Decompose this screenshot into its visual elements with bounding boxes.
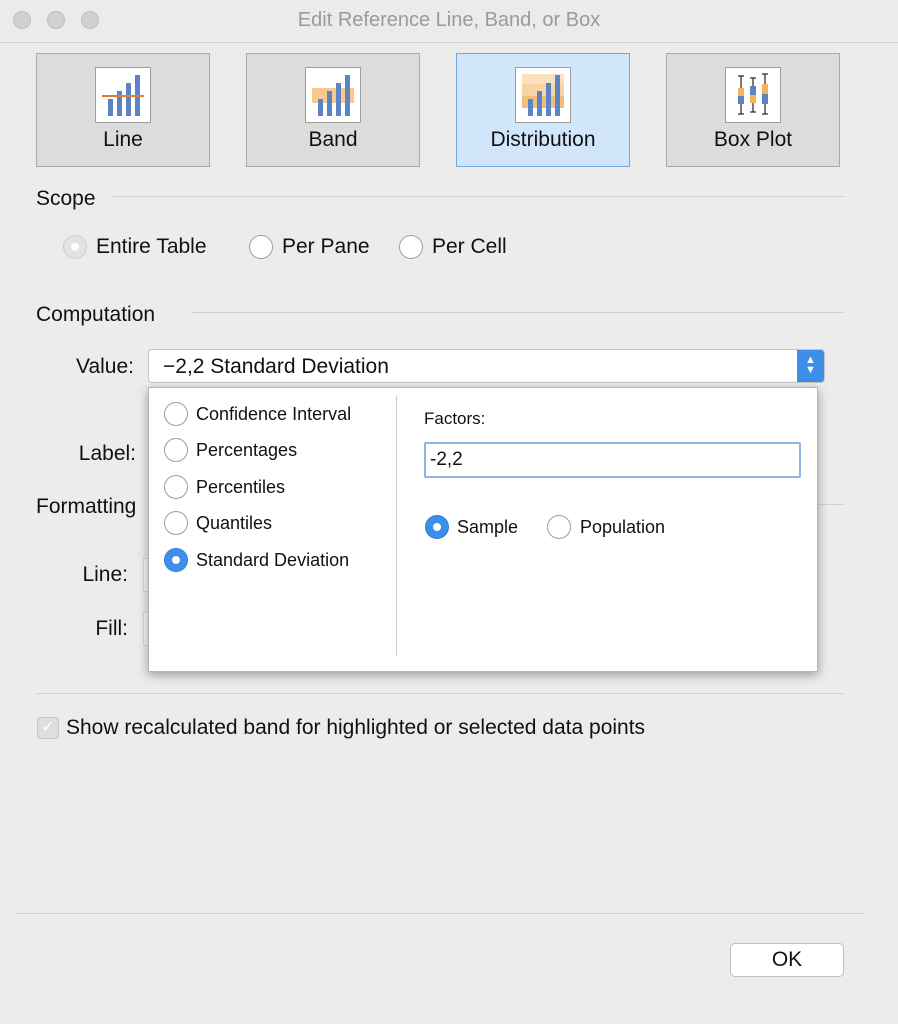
scope-heading: Scope <box>36 187 96 210</box>
quantiles-label: Quantiles <box>196 513 273 533</box>
reference-line-icon <box>95 67 151 123</box>
scope-per-cell-radio[interactable] <box>399 235 423 259</box>
scope-per-pane-label: Per Pane <box>282 235 370 258</box>
scope-per-pane-radio[interactable] <box>249 235 273 259</box>
population-radio[interactable] <box>547 515 571 539</box>
reference-band-icon <box>305 67 361 123</box>
type-box-plot-button[interactable]: Box Plot <box>666 53 840 167</box>
standard-deviation-label: Standard Deviation <box>196 550 350 570</box>
window-title: Edit Reference Line, Band, or Box <box>297 9 601 31</box>
confidence-interval-radio[interactable] <box>164 402 188 426</box>
footer-separator <box>16 913 864 914</box>
confidence-interval-label: Confidence Interval <box>196 404 352 424</box>
recalculated-band-checkbox[interactable]: ✓ <box>37 717 59 739</box>
scope-per-cell-label: Per Cell <box>432 235 507 258</box>
percentiles-radio[interactable] <box>164 475 188 499</box>
type-line-label: Line <box>103 128 143 151</box>
box-plot-icon <box>725 67 781 123</box>
type-band-button[interactable]: Band <box>246 53 420 167</box>
formatting-bottom-separator <box>36 693 844 694</box>
formatting-separator <box>818 504 844 505</box>
scope-separator <box>112 196 844 197</box>
computation-heading: Computation <box>36 303 156 326</box>
computation-popup: Confidence Interval Percentages Percenti… <box>148 387 818 672</box>
type-distribution-button[interactable]: Distribution <box>456 53 630 167</box>
value-dropdown-text: −2,2 Standard Deviation <box>163 355 389 378</box>
recalculated-band-label: Show recalculated band for highlighted o… <box>66 716 646 739</box>
scope-entire-table-label: Entire Table <box>96 235 207 258</box>
type-distribution-label: Distribution <box>490 128 596 151</box>
popup-divider <box>396 396 397 656</box>
type-line-button[interactable]: Line <box>36 53 210 167</box>
distribution-icon <box>515 67 571 123</box>
line-format-label: Line: <box>82 563 128 586</box>
factors-label: Factors: <box>424 409 486 428</box>
factors-input[interactable] <box>424 442 801 478</box>
formatting-heading: Formatting <box>36 495 137 518</box>
percentages-radio[interactable] <box>164 438 188 462</box>
checkmark-icon: ✓ <box>41 719 55 736</box>
population-label: Population <box>580 517 666 537</box>
ok-button[interactable]: OK <box>730 943 844 977</box>
sample-label: Sample <box>457 517 519 537</box>
type-band-label: Band <box>308 128 358 151</box>
chevron-up-down-icon: ▲ ▼ <box>797 350 824 382</box>
percentiles-label: Percentiles <box>196 477 286 497</box>
label-label: Label: <box>78 442 136 465</box>
standard-deviation-radio[interactable] <box>164 548 188 572</box>
quantiles-radio[interactable] <box>164 511 188 535</box>
sample-radio[interactable] <box>425 515 449 539</box>
percentages-label: Percentages <box>196 440 298 460</box>
type-box-plot-label: Box Plot <box>713 128 793 151</box>
scope-entire-table-radio[interactable] <box>63 235 87 259</box>
value-label: Value: <box>76 355 134 378</box>
fill-format-label: Fill: <box>95 617 128 640</box>
value-dropdown[interactable]: −2,2 Standard Deviation ▲ ▼ <box>148 349 825 383</box>
computation-separator <box>192 312 844 313</box>
